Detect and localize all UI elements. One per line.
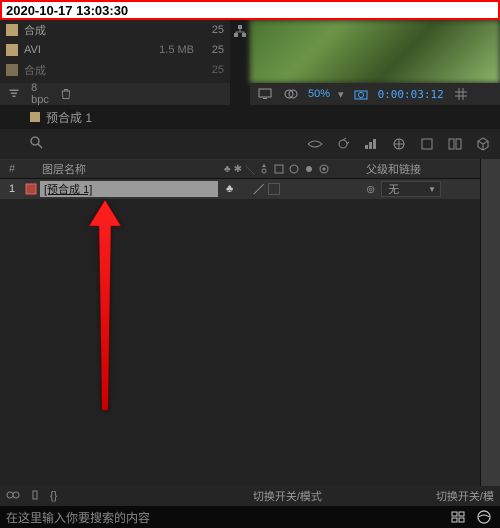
preview-toolbar: 50% ▾ 0:00:03:12: [250, 83, 500, 105]
timestamp-text: 2020-10-17 13:03:30: [6, 3, 128, 18]
asset-num: 25: [194, 44, 224, 56]
footer-mode-toggle[interactable]: 切换开关/模式: [245, 488, 330, 504]
panel-divider: [230, 20, 250, 105]
preview-viewport[interactable]: [250, 20, 500, 83]
zoom-out-icon[interactable]: [28, 490, 44, 502]
mask-icon[interactable]: [282, 86, 300, 102]
timeline-track-area[interactable]: [480, 159, 500, 486]
folder-icon: [6, 44, 18, 56]
parent-value: 无: [388, 181, 399, 197]
timeline-tabs: 预合成 1: [0, 105, 500, 129]
timeline-body[interactable]: [0, 199, 500, 486]
flowchart-icon[interactable]: [233, 24, 247, 38]
asset-num: 25: [194, 64, 224, 76]
render-icon[interactable]: [418, 136, 436, 152]
pickwhip-icon[interactable]: ⊚: [366, 183, 375, 196]
project-panel: 合成 25 AVI 1.5 MB 25 合成 25 8 bpc: [0, 20, 230, 105]
bpc-label[interactable]: 8 bpc: [32, 87, 48, 101]
timeline-tools: [298, 136, 500, 152]
top-panels: 合成 25 AVI 1.5 MB 25 合成 25 8 bpc 50% ▾: [0, 20, 500, 105]
timeline-footer: {} 切换开关/模式 切换开关/模: [0, 486, 500, 506]
layer-color[interactable]: [24, 183, 38, 195]
layer-name-cell: [预合成 1]: [38, 179, 218, 199]
grid-icon[interactable]: [452, 86, 470, 102]
tab-label: 预合成 1: [46, 109, 92, 126]
windows-taskbar: 在这里输入你要搜索的内容: [0, 506, 500, 528]
layer-name[interactable]: [预合成 1]: [40, 181, 218, 197]
adjustment-icon[interactable]: [390, 136, 408, 152]
zoom-value[interactable]: 50%: [308, 88, 330, 100]
chevron-down-icon: ▾: [430, 184, 435, 195]
project-toolbar: 8 bpc: [0, 83, 230, 105]
task-view-icon[interactable]: [450, 509, 466, 525]
graph-icon[interactable]: [362, 136, 380, 152]
layer-parent: ⊚ 无 ▾: [358, 181, 500, 197]
header-index: #: [0, 163, 24, 175]
shy-icon[interactable]: [306, 136, 324, 152]
switch-transform[interactable]: ♣: [226, 183, 233, 195]
folder-icon: [6, 24, 18, 36]
frame-blend-icon[interactable]: [446, 136, 464, 152]
asset-row[interactable]: AVI 1.5 MB 25: [0, 40, 230, 60]
asset-name: 合成: [24, 22, 194, 38]
asset-row[interactable]: 合成 25: [0, 20, 230, 40]
monitor-icon[interactable]: [256, 86, 274, 102]
header-parent: 父级和链接: [358, 161, 500, 177]
layer-switches: ♣ ／: [218, 181, 358, 197]
asset-name: 合成: [24, 62, 194, 78]
layer-index: 1: [0, 179, 24, 199]
timeline-panel: 预合成 1 # 图层名称 ♣✱＼ 父级和链接: [0, 105, 500, 506]
search-icon[interactable]: [30, 136, 43, 152]
footer-mode-toggle-right[interactable]: 切换开关/模: [430, 488, 500, 504]
trash-icon[interactable]: [58, 87, 74, 101]
asset-row[interactable]: 合成 25: [0, 60, 230, 80]
preview-panel: 50% ▾ 0:00:03:12: [250, 20, 500, 105]
timecode[interactable]: 0:00:03:12: [378, 88, 444, 101]
layer-row[interactable]: 1 [预合成 1] ♣ ／ ⊚ 无 ▾: [0, 179, 500, 199]
search-area: [22, 136, 298, 152]
asset-size: 1.5 MB: [159, 44, 194, 56]
brace-icon[interactable]: {}: [50, 490, 66, 502]
header-layer-name: 图层名称: [38, 161, 218, 177]
3d-icon[interactable]: [474, 136, 492, 152]
switch-fx[interactable]: [268, 183, 280, 195]
switch-quality[interactable]: ／: [253, 181, 264, 197]
timeline-toolbar: [0, 129, 500, 159]
asset-num: 25: [194, 24, 224, 36]
comp-icon: [30, 112, 40, 122]
motion-blur-icon[interactable]: [334, 136, 352, 152]
timestamp-overlay: 2020-10-17 13:03:30: [0, 0, 500, 20]
folder-icon: [6, 64, 18, 76]
snapshot-icon[interactable]: [352, 86, 370, 102]
parent-dropdown[interactable]: 无 ▾: [381, 181, 441, 197]
header-switches: ♣✱＼: [218, 162, 358, 177]
edge-icon[interactable]: [476, 509, 492, 525]
filter-icon[interactable]: [6, 87, 22, 101]
timeline-headers: # 图层名称 ♣✱＼ 父级和链接: [0, 159, 500, 179]
toggle-switches-icon[interactable]: [6, 490, 22, 502]
taskbar-search-hint[interactable]: 在这里输入你要搜索的内容: [0, 509, 156, 526]
asset-name: AVI: [24, 44, 151, 56]
timeline-tab[interactable]: 预合成 1: [30, 109, 92, 126]
